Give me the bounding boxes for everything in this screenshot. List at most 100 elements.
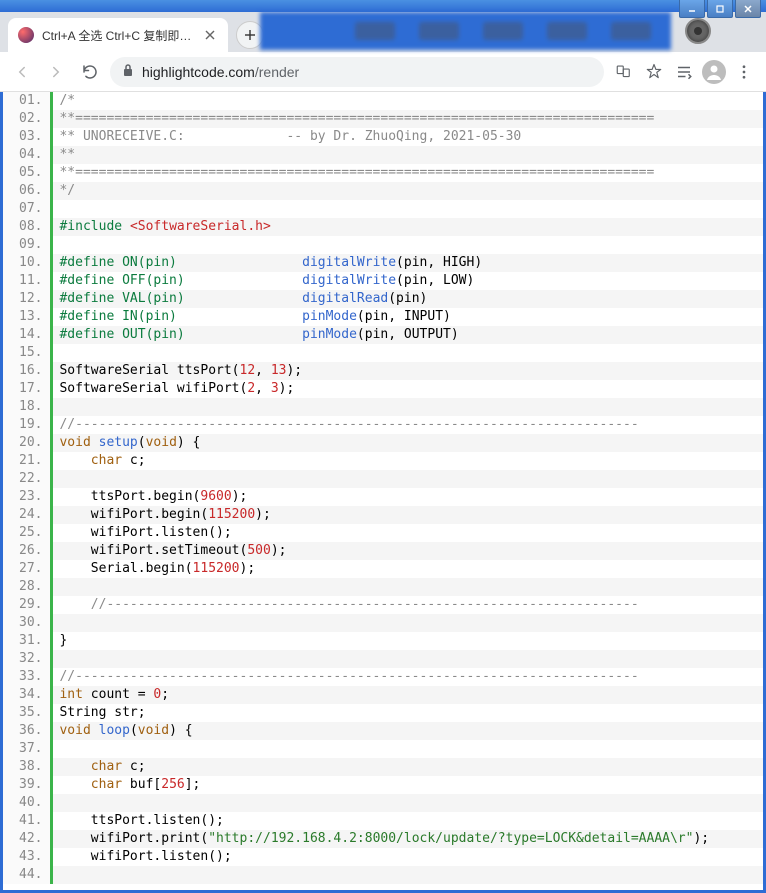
forward-button[interactable] xyxy=(42,58,70,86)
line-numbers: 01.02.03.04.05.06.07.08.09.10.11.12.13.1… xyxy=(3,92,50,884)
address-bar[interactable]: highlightcode.com/render xyxy=(110,57,604,87)
line-number: 38. xyxy=(3,758,50,776)
code-line[interactable]: **======================================… xyxy=(53,164,763,182)
code-line[interactable] xyxy=(53,866,763,884)
line-number: 44. xyxy=(3,866,50,884)
code-line[interactable] xyxy=(53,398,763,416)
code-line[interactable]: //--------------------------------------… xyxy=(53,668,763,686)
code-line[interactable] xyxy=(53,470,763,488)
code-line[interactable] xyxy=(53,344,763,362)
line-number: 31. xyxy=(3,632,50,650)
line-number: 29. xyxy=(3,596,50,614)
line-number: 35. xyxy=(3,704,50,722)
window-maximize-button[interactable] xyxy=(707,0,733,18)
window-close-button[interactable] xyxy=(735,0,761,18)
line-number: 27. xyxy=(3,560,50,578)
line-number: 06. xyxy=(3,182,50,200)
line-number: 23. xyxy=(3,488,50,506)
code-line[interactable]: SoftwareSerial wifiPort(2, 3); xyxy=(53,380,763,398)
code-line[interactable]: #include <SoftwareSerial.h> xyxy=(53,218,763,236)
line-number: 21. xyxy=(3,452,50,470)
line-number: 09. xyxy=(3,236,50,254)
code-line[interactable]: /* xyxy=(53,92,763,110)
bookmark-button[interactable] xyxy=(640,58,668,86)
translate-button[interactable] xyxy=(610,58,638,86)
line-number: 30. xyxy=(3,614,50,632)
code-line[interactable]: void setup(void) { xyxy=(53,434,763,452)
code-line[interactable]: #define IN(pin) pinMode(pin, INPUT) xyxy=(53,308,763,326)
code-line[interactable]: */ xyxy=(53,182,763,200)
code-line[interactable]: wifiPort.setTimeout(500); xyxy=(53,542,763,560)
code-line[interactable]: int count = 0; xyxy=(53,686,763,704)
code-line[interactable]: ** UNORECEIVE.C: -- by Dr. ZhuoQing, 202… xyxy=(53,128,763,146)
tab-title: Ctrl+A 全选 Ctrl+C 复制即可 - C xyxy=(42,27,194,44)
code-line[interactable]: ttsPort.begin(9600); xyxy=(53,488,763,506)
line-number: 24. xyxy=(3,506,50,524)
line-number: 34. xyxy=(3,686,50,704)
code-line[interactable]: String str; xyxy=(53,704,763,722)
line-number: 20. xyxy=(3,434,50,452)
code-line[interactable]: SoftwareSerial ttsPort(12, 13); xyxy=(53,362,763,380)
browser-tab-active[interactable]: Ctrl+A 全选 Ctrl+C 复制即可 - C xyxy=(8,18,228,52)
line-number: 19. xyxy=(3,416,50,434)
line-number: 43. xyxy=(3,848,50,866)
code-lines[interactable]: /***====================================… xyxy=(53,92,763,884)
line-number: 05. xyxy=(3,164,50,182)
back-button[interactable] xyxy=(8,58,36,86)
background-app-icon xyxy=(685,18,711,44)
code-line[interactable] xyxy=(53,740,763,758)
code-line[interactable]: #define VAL(pin) digitalRead(pin) xyxy=(53,290,763,308)
code-line[interactable]: wifiPort.listen(); xyxy=(53,848,763,866)
code-line[interactable]: void loop(void) { xyxy=(53,722,763,740)
tab-close-button[interactable] xyxy=(202,27,218,43)
url-text: highlightcode.com/render xyxy=(142,64,299,80)
line-number: 18. xyxy=(3,398,50,416)
line-number: 15. xyxy=(3,344,50,362)
line-number: 17. xyxy=(3,380,50,398)
line-number: 16. xyxy=(3,362,50,380)
window-minimize-button[interactable] xyxy=(679,0,705,18)
line-number: 28. xyxy=(3,578,50,596)
line-number: 12. xyxy=(3,290,50,308)
code-line[interactable] xyxy=(53,578,763,596)
line-number: 26. xyxy=(3,542,50,560)
code-line[interactable]: //--------------------------------------… xyxy=(53,416,763,434)
code-line[interactable] xyxy=(53,650,763,668)
line-number: 03. xyxy=(3,128,50,146)
code-line[interactable] xyxy=(53,614,763,632)
code-line[interactable]: #define ON(pin) digitalWrite(pin, HIGH) xyxy=(53,254,763,272)
code-line[interactable]: ttsPort.listen(); xyxy=(53,812,763,830)
code-line[interactable] xyxy=(53,200,763,218)
line-number: 14. xyxy=(3,326,50,344)
code-line[interactable]: wifiPort.print("http://192.168.4.2:8000/… xyxy=(53,830,763,848)
code-line[interactable]: **======================================… xyxy=(53,110,763,128)
code-line[interactable]: #define OFF(pin) digitalWrite(pin, LOW) xyxy=(53,272,763,290)
code-block: 01.02.03.04.05.06.07.08.09.10.11.12.13.1… xyxy=(3,92,763,884)
line-number: 08. xyxy=(3,218,50,236)
code-line[interactable] xyxy=(53,794,763,812)
code-line[interactable]: wifiPort.begin(115200); xyxy=(53,506,763,524)
code-line[interactable]: char c; xyxy=(53,452,763,470)
line-number: 41. xyxy=(3,812,50,830)
profile-avatar[interactable] xyxy=(700,58,728,86)
line-number: 11. xyxy=(3,272,50,290)
line-number: 07. xyxy=(3,200,50,218)
avatar-icon xyxy=(702,60,726,84)
line-number: 37. xyxy=(3,740,50,758)
code-line[interactable]: ** xyxy=(53,146,763,164)
reading-list-button[interactable] xyxy=(670,58,698,86)
code-line[interactable]: wifiPort.listen(); xyxy=(53,524,763,542)
line-number: 32. xyxy=(3,650,50,668)
code-line[interactable] xyxy=(53,236,763,254)
code-line[interactable]: #define OUT(pin) pinMode(pin, OUTPUT) xyxy=(53,326,763,344)
code-line[interactable]: } xyxy=(53,632,763,650)
code-line[interactable]: //--------------------------------------… xyxy=(53,596,763,614)
page-content[interactable]: 01.02.03.04.05.06.07.08.09.10.11.12.13.1… xyxy=(0,92,766,893)
code-line[interactable]: char c; xyxy=(53,758,763,776)
code-line[interactable]: Serial.begin(115200); xyxy=(53,560,763,578)
line-number: 33. xyxy=(3,668,50,686)
code-line[interactable]: char buf[256]; xyxy=(53,776,763,794)
reload-button[interactable] xyxy=(76,58,104,86)
lock-icon xyxy=(122,63,134,80)
menu-button[interactable] xyxy=(730,58,758,86)
